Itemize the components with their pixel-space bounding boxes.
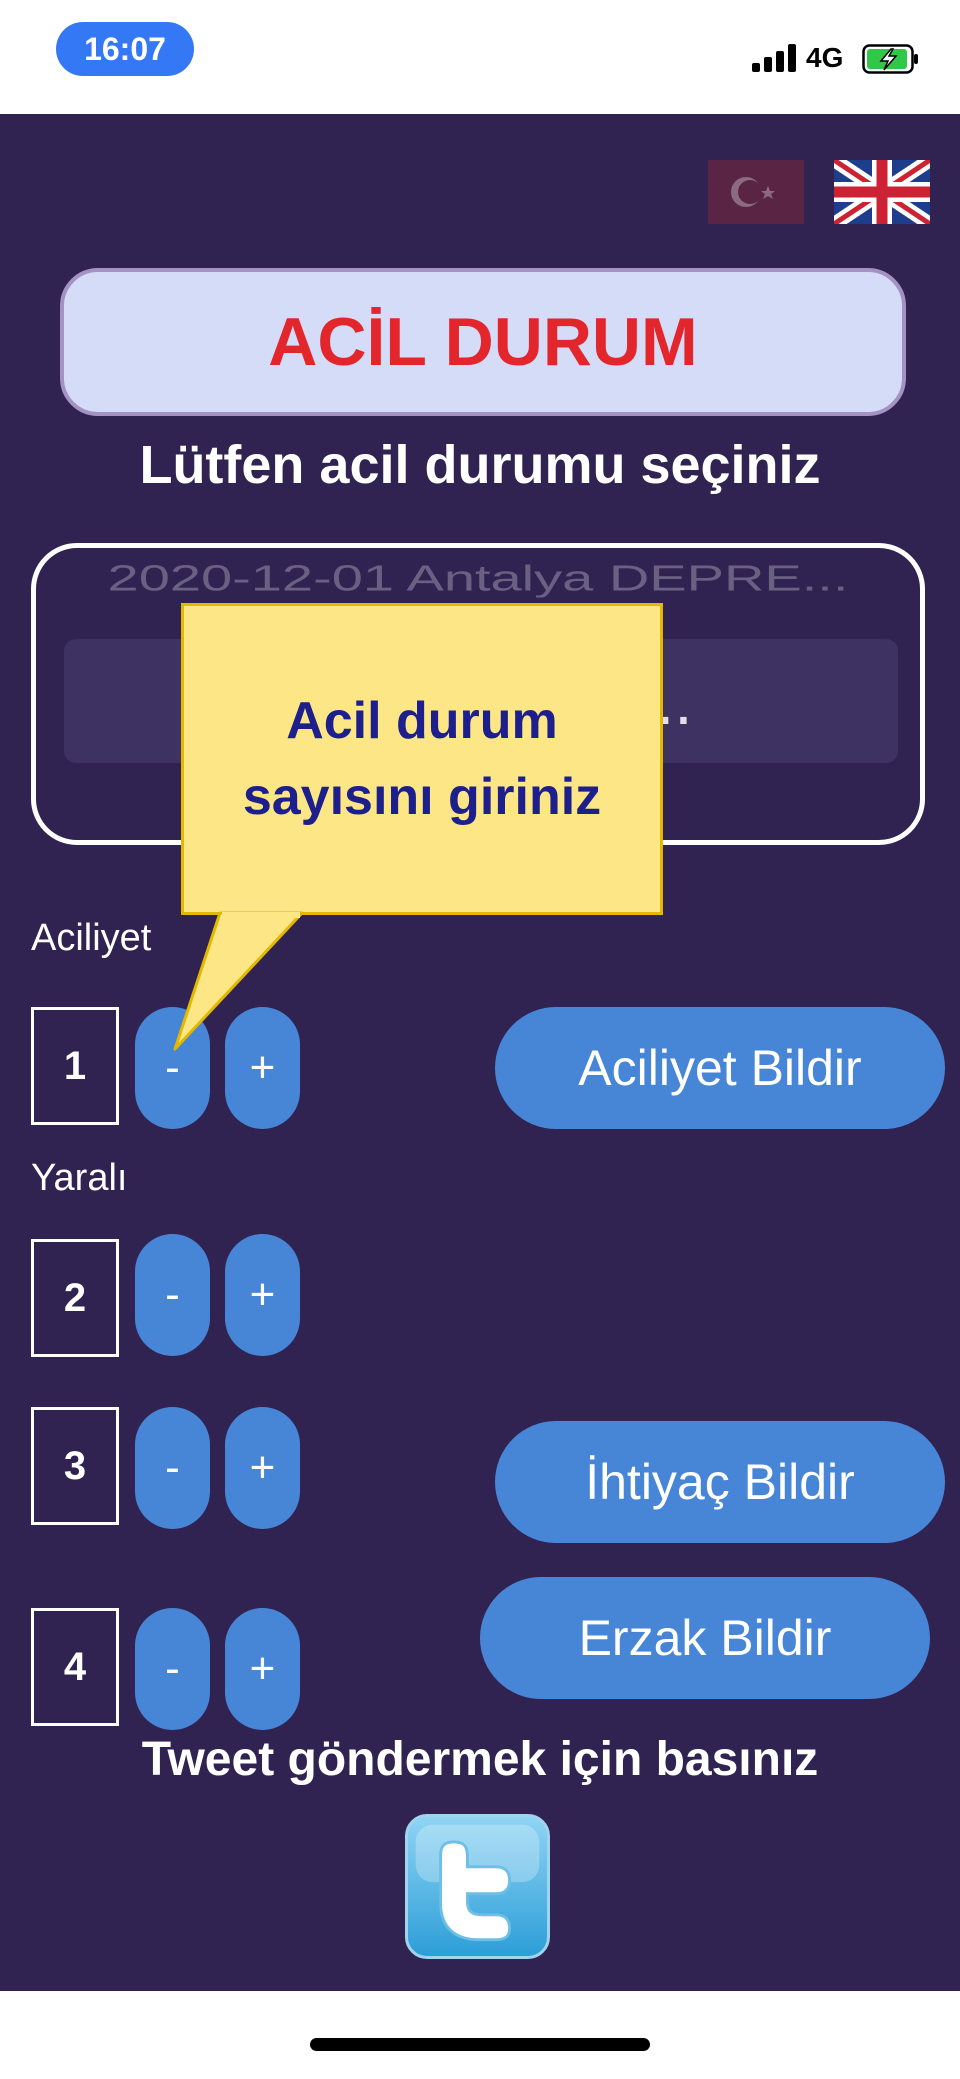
- status-bar: 16:07 4G: [0, 0, 960, 114]
- battery-charging-icon: [862, 44, 918, 74]
- yarali-label: Yaralı: [31, 1157, 128, 1199]
- page-title: ACİL DURUM: [60, 268, 906, 416]
- network-type: 4G: [806, 42, 844, 73]
- yarali-plus-button[interactable]: +: [225, 1234, 300, 1356]
- row4-minus-button[interactable]: -: [135, 1608, 210, 1730]
- row4-count: 4: [31, 1608, 119, 1726]
- subtitle: Lütfen acil durumu seçiniz: [139, 435, 821, 495]
- twitter-bird-icon[interactable]: [405, 1814, 550, 1959]
- status-time: 16:07: [56, 22, 194, 76]
- row4-plus-button[interactable]: +: [225, 1608, 300, 1730]
- home-indicator: [310, 2038, 650, 2051]
- erzak-bildir-button[interactable]: Erzak Bildir: [480, 1577, 930, 1699]
- signal-bars-icon: [752, 44, 798, 72]
- row3-plus-button[interactable]: +: [225, 1407, 300, 1529]
- aciliyet-label: Aciliyet: [31, 917, 152, 959]
- callout-text: Acil durum sayısını giriniz: [242, 692, 602, 826]
- yarali-count: 2: [31, 1239, 119, 1357]
- aciliyet-count: 1: [31, 1007, 119, 1125]
- row3-count: 3: [31, 1407, 119, 1525]
- callout-pointer: [173, 911, 304, 1051]
- instruction-callout: Acil durum sayısını giriniz: [181, 603, 663, 915]
- app-screen: ACİL DURUM Lütfen acil durumu seçiniz 20…: [0, 114, 960, 1991]
- yarali-minus-button[interactable]: -: [135, 1234, 210, 1356]
- ihtiyac-bildir-button[interactable]: İhtiyaç Bildir: [495, 1421, 945, 1543]
- row3-minus-button[interactable]: -: [135, 1407, 210, 1529]
- turkey-flag-icon[interactable]: [708, 160, 804, 224]
- uk-flag-icon[interactable]: [834, 160, 930, 224]
- tweet-label: Tweet göndermek için basınız: [141, 1733, 819, 1786]
- picker-option-previous[interactable]: 2020-12-01 Antalya DEPRE...: [36, 559, 920, 598]
- aciliyet-bildir-button[interactable]: Aciliyet Bildir: [495, 1007, 945, 1129]
